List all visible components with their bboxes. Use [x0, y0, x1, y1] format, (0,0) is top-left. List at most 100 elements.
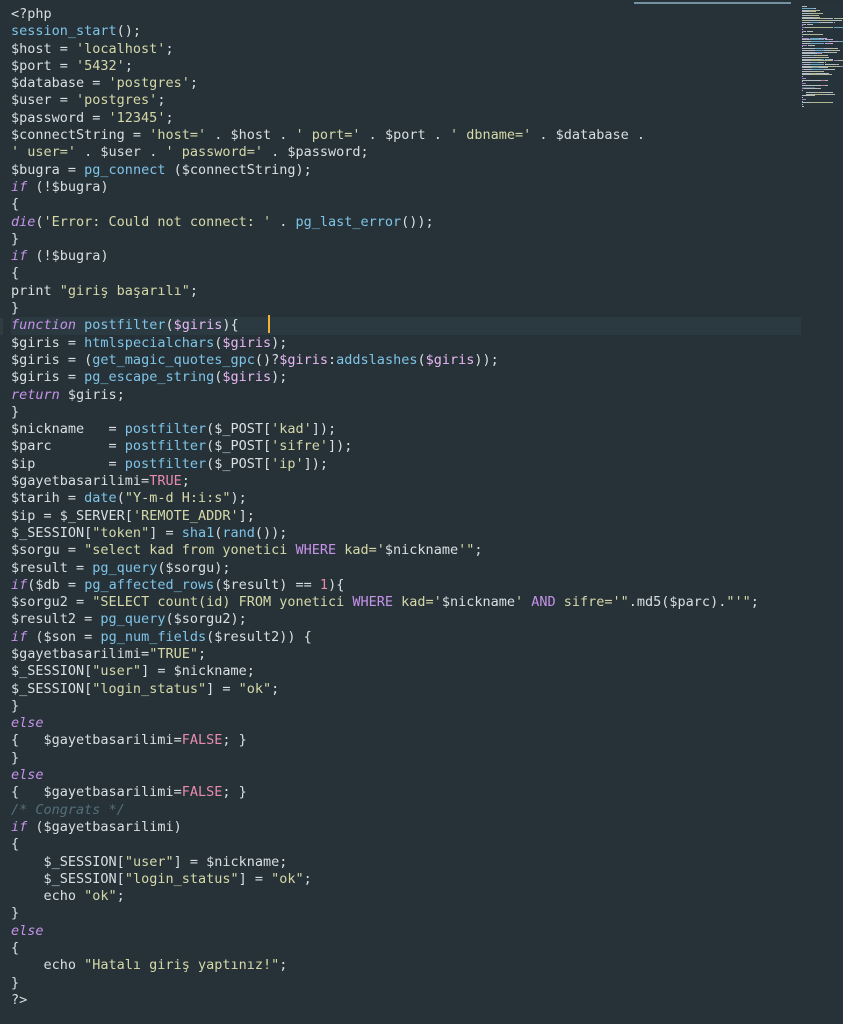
code-line[interactable]: } — [11, 231, 801, 248]
code-token: $sorgu — [11, 542, 60, 559]
code-line[interactable]: $user = 'postgres'; — [11, 92, 801, 109]
code-line[interactable]: $_SESSION["login_status"] = "ok"; — [11, 681, 801, 698]
code-line[interactable]: } — [11, 750, 801, 767]
code-token: "login_status" — [92, 680, 207, 697]
code-line[interactable]: ' user=' . $user . ' password=' . $passw… — [11, 144, 801, 161]
code-line[interactable]: $giris = pg_escape_string($giris); — [11, 369, 801, 386]
code-token: { — [11, 265, 20, 282]
code-line[interactable]: <?php — [11, 6, 801, 23]
code-token: $giris — [222, 369, 272, 386]
code-line[interactable]: if ($son = pg_num_fields($result2)) { — [11, 629, 801, 646]
code-token: = — [35, 507, 60, 524]
code-token: $database — [555, 127, 629, 144]
code-line[interactable]: } — [11, 404, 801, 421]
code-line[interactable]: $parc = postfilter($_POST['sifre']); — [11, 438, 801, 455]
code-line[interactable]: print "giriş başarılı"; — [11, 283, 801, 300]
minimap-token — [820, 88, 821, 90]
code-line[interactable]: session_start(); — [11, 23, 801, 40]
code-line[interactable]: $_SESSION["user"] = $nickname; — [11, 663, 801, 680]
code-line[interactable]: echo "ok"; — [11, 888, 801, 905]
code-line[interactable]: } — [11, 300, 801, 317]
code-line[interactable]: $connectString = 'host=' . $host . ' por… — [11, 127, 801, 144]
code-line[interactable]: function postfilter($giris){ — [11, 317, 801, 335]
code-line[interactable]: { — [11, 196, 801, 213]
code-line[interactable]: $database = 'postgres'; — [11, 75, 801, 92]
code-line[interactable]: $nickname = postfilter($_POST['kad']); — [11, 421, 801, 438]
code-line[interactable]: die('Error: Could not connect: ' . pg_la… — [11, 214, 801, 231]
code-token: return — [11, 386, 60, 403]
code-token: $gayetbasarilimi — [11, 645, 142, 662]
code-line[interactable]: $gayetbasarilimi=TRUE; — [11, 473, 801, 490]
code-line[interactable]: $result2 = pg_query($sorgu2); — [11, 611, 801, 628]
code-line[interactable]: $port = '5432'; — [11, 58, 801, 75]
code-line[interactable]: { — [11, 940, 801, 957]
code-token: "Hatalı giriş yaptınız!" — [84, 957, 280, 974]
code-token: postfilter — [124, 438, 207, 455]
minimap-token — [834, 51, 838, 53]
code-token: = — [124, 127, 150, 144]
code-token: '12345' — [108, 109, 166, 126]
code-line[interactable]: $host = 'localhost'; — [11, 41, 801, 58]
minimap-token — [824, 69, 832, 70]
code-token: (! — [27, 248, 52, 265]
code-token: ?> — [11, 991, 28, 1008]
code-token: ( — [165, 317, 174, 334]
minimap-token — [813, 95, 815, 97]
code-line[interactable]: } — [11, 698, 801, 715]
code-line[interactable]: $_SESSION["user"] = $nickname; — [11, 854, 801, 871]
code-line[interactable]: $ip = postfilter($_POST['ip']); — [11, 456, 801, 473]
code-line[interactable]: $giris = (get_magic_quotes_gpc()?$giris:… — [11, 352, 801, 369]
code-token: = — [67, 559, 93, 576]
code-line[interactable]: $sorgu2 = "SELECT count(id) FROM yonetic… — [11, 594, 801, 611]
code-line[interactable]: else — [11, 767, 801, 784]
code-token: 'kad' — [271, 421, 312, 438]
code-editor[interactable]: <?php session_start(); $host = 'localhost'… — [0, 0, 843, 1024]
minimap[interactable] — [800, 4, 843, 108]
code-line[interactable]: return $giris; — [11, 387, 801, 404]
code-token: $user — [11, 92, 52, 109]
code-line[interactable]: } — [11, 975, 801, 992]
code-line[interactable]: else — [11, 923, 801, 940]
code-token: die — [11, 213, 36, 230]
code-line[interactable]: { $gayetbasarilimi=FALSE; } — [11, 732, 801, 749]
code-token: = — [51, 438, 125, 455]
code-line[interactable]: $ip = $_SERVER['REMOTE_ADDR']; — [11, 508, 801, 525]
code-line[interactable]: { — [11, 836, 801, 853]
code-line[interactable]: } — [11, 905, 801, 922]
code-token: ) — [100, 248, 109, 265]
code-token: $giris — [67, 386, 117, 403]
code-token: TRUE — [149, 473, 182, 490]
code-line[interactable]: if (!$bugra) — [11, 248, 801, 265]
code-token: (! — [27, 178, 52, 195]
code-line[interactable]: else — [11, 715, 801, 732]
minimap-token — [838, 60, 843, 62]
code-token: WHERE — [295, 542, 337, 559]
code-line[interactable]: $bugra = pg_connect ($connectString); — [11, 162, 801, 179]
horizontal-scroll-indicator[interactable] — [634, 2, 791, 4]
code-line[interactable]: /* Congrats */ — [11, 802, 801, 819]
minimap-token — [830, 74, 832, 76]
code-token: 'ip' — [271, 455, 304, 472]
code-token: . — [141, 144, 166, 161]
code-token: { — [11, 784, 44, 801]
code-line[interactable]: { — [11, 265, 801, 282]
code-line[interactable]: ?> — [11, 992, 801, 1009]
code-content[interactable]: <?php session_start(); $host = 'localhost'… — [11, 6, 801, 1009]
code-line[interactable]: { $gayetbasarilimi=FALSE; } — [11, 784, 801, 801]
code-line[interactable]: echo "Hatalı giriş yaptınız!"; — [11, 957, 801, 974]
code-token: pg_query — [92, 559, 158, 576]
code-line[interactable]: if (!$bugra) — [11, 179, 801, 196]
code-token: 'Error: Could not connect: ' — [43, 213, 272, 230]
code-token: ); — [271, 369, 288, 386]
code-line[interactable]: $_SESSION["login_status"] = "ok"; — [11, 871, 801, 888]
minimap-token — [820, 21, 834, 23]
code-line[interactable]: $password = '12345'; — [11, 110, 801, 127]
code-line[interactable]: $result = pg_query($sorgu); — [11, 560, 801, 577]
code-line[interactable]: $sorgu = "select kad from yonetici WHERE… — [11, 542, 801, 559]
code-line[interactable]: $gayetbasarilimi="TRUE"; — [11, 646, 801, 663]
code-line[interactable]: if ($gayetbasarilimi) — [11, 819, 801, 836]
code-line[interactable]: if($db = pg_affected_rows($result) == 1)… — [11, 577, 801, 594]
code-line[interactable]: $tarih = date("Y-m-d H:i:s"); — [11, 490, 801, 507]
code-line[interactable]: $giris = htmlspecialchars($giris); — [11, 335, 801, 352]
code-line[interactable]: $_SESSION["token"] = sha1(rand()); — [11, 525, 801, 542]
